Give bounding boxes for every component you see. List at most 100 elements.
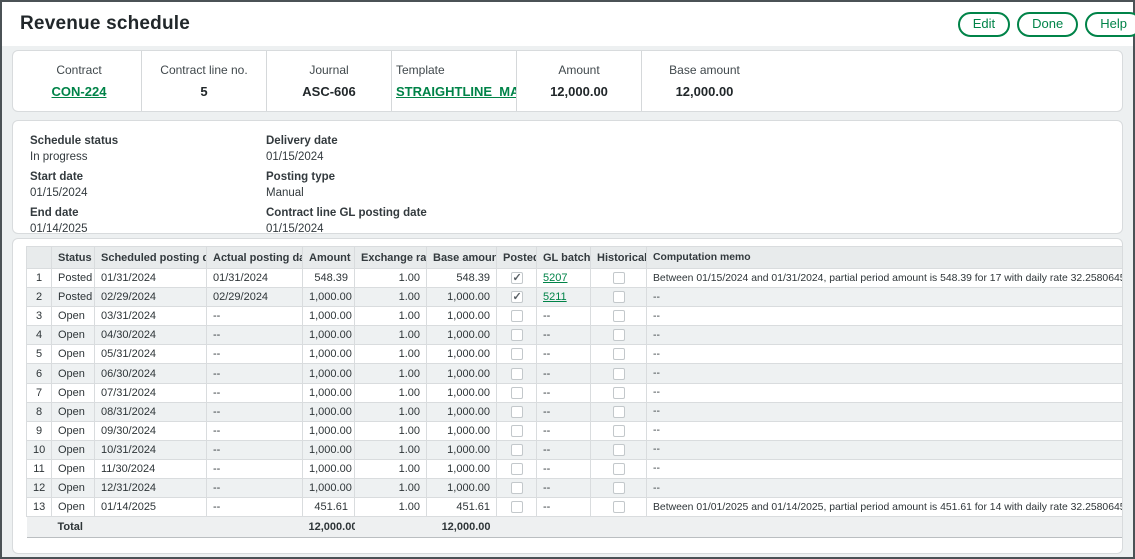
historical-checkbox[interactable] — [613, 291, 625, 303]
gl-batch-cell: -- — [537, 364, 591, 383]
detail-label-start-date: Start date — [30, 171, 266, 183]
table-row: 11Open11/30/2024--1,000.001.001,000.00--… — [27, 459, 1124, 478]
gl-batch-link[interactable]: 5207 — [543, 272, 567, 284]
column-header-gl-batch: GL batch — [537, 247, 591, 269]
help-button[interactable]: Help — [1085, 12, 1135, 37]
posted-cell — [497, 402, 537, 421]
row-number: 10 — [27, 440, 52, 459]
amount-cell: 1,000.00 — [303, 326, 355, 345]
computation-memo-cell: -- — [647, 479, 1124, 498]
posted-checkbox[interactable] — [511, 291, 523, 303]
gl-batch-cell: -- — [537, 326, 591, 345]
computation-memo-cell: -- — [647, 402, 1124, 421]
row-number: 6 — [27, 364, 52, 383]
actual-posting-date-cell: -- — [207, 383, 303, 402]
posted-checkbox[interactable] — [511, 272, 523, 284]
posted-checkbox[interactable] — [511, 425, 523, 437]
posted-checkbox[interactable] — [511, 463, 523, 475]
status-cell: Open — [52, 459, 95, 478]
summary-value-contract[interactable]: CON-224 — [19, 84, 139, 99]
posted-checkbox[interactable] — [511, 444, 523, 456]
historical-checkbox[interactable] — [613, 482, 625, 494]
posted-checkbox[interactable] — [511, 310, 523, 322]
historical-checkbox[interactable] — [613, 272, 625, 284]
posted-checkbox[interactable] — [511, 329, 523, 341]
scheduled-posting-date-cell: 04/30/2024 — [95, 326, 207, 345]
gl-batch-cell: -- — [537, 402, 591, 421]
gl-batch-link[interactable]: 5211 — [543, 291, 567, 303]
base-amount-cell: 1,000.00 — [427, 326, 497, 345]
historical-checkbox[interactable] — [613, 348, 625, 360]
actual-posting-date-cell: -- — [207, 345, 303, 364]
status-cell: Open — [52, 364, 95, 383]
scheduled-posting-date-cell: 03/31/2024 — [95, 307, 207, 326]
detail-label-schedule-status: Schedule status — [30, 135, 266, 147]
posted-checkbox[interactable] — [511, 482, 523, 494]
detail-value-contract-line-gl-posting-date: 01/15/2024 — [266, 223, 427, 235]
row-number: 5 — [27, 345, 52, 364]
summary-field-amount: Amount12,000.00 — [517, 51, 642, 111]
gl-batch-cell: -- — [537, 459, 591, 478]
summary-field-contract-line-no: Contract line no.5 — [142, 51, 267, 111]
actual-posting-date-cell: -- — [207, 421, 303, 440]
computation-memo-cell: Between 01/15/2024 and 01/31/2024, parti… — [647, 269, 1124, 288]
historical-cell — [591, 459, 647, 478]
status-cell: Open — [52, 326, 95, 345]
status-cell: Open — [52, 421, 95, 440]
posted-checkbox[interactable] — [511, 348, 523, 360]
detail-label-posting-type: Posting type — [266, 171, 427, 183]
historical-checkbox[interactable] — [613, 406, 625, 418]
posted-cell — [497, 364, 537, 383]
details-right: Delivery date01/15/2024Posting typeManua… — [266, 135, 427, 233]
amount-cell: 1,000.00 — [303, 364, 355, 383]
posted-checkbox[interactable] — [511, 387, 523, 399]
table-row: 10Open10/31/2024--1,000.001.001,000.00--… — [27, 440, 1124, 459]
actual-posting-date-cell: 02/29/2024 — [207, 288, 303, 307]
summary-label-contract: Contract — [19, 63, 139, 77]
historical-checkbox[interactable] — [613, 463, 625, 475]
detail-field-contract-line-gl-posting-date: Contract line GL posting date01/15/2024 — [266, 207, 427, 235]
base-amount-cell: 1,000.00 — [427, 345, 497, 364]
gl-batch-cell: -- — [537, 479, 591, 498]
table-row: 7Open07/31/2024--1,000.001.001,000.00---… — [27, 383, 1124, 402]
scheduled-posting-date-cell: 12/31/2024 — [95, 479, 207, 498]
exchange-rate-cell: 1.00 — [355, 402, 427, 421]
amount-cell: 1,000.00 — [303, 383, 355, 402]
historical-cell — [591, 326, 647, 345]
computation-memo-cell: -- — [647, 364, 1124, 383]
scheduled-posting-date-cell: 07/31/2024 — [95, 383, 207, 402]
table-row: 5Open05/31/2024--1,000.001.001,000.00---… — [27, 345, 1124, 364]
done-button[interactable]: Done — [1017, 12, 1078, 37]
amount-cell: 1,000.00 — [303, 479, 355, 498]
historical-checkbox[interactable] — [613, 368, 625, 380]
historical-checkbox[interactable] — [613, 310, 625, 322]
posted-checkbox[interactable] — [511, 501, 523, 513]
historical-checkbox[interactable] — [613, 444, 625, 456]
table-row: 3Open03/31/2024--1,000.001.001,000.00---… — [27, 307, 1124, 326]
schedule-table-card: StatusScheduled posting dateActual posti… — [12, 238, 1123, 554]
scheduled-posting-date-cell: 06/30/2024 — [95, 364, 207, 383]
exchange-rate-cell: 1.00 — [355, 288, 427, 307]
table-row: 1Posted01/31/202401/31/2024548.391.00548… — [27, 269, 1124, 288]
column-header-amount: Amount — [303, 247, 355, 269]
historical-checkbox[interactable] — [613, 329, 625, 341]
historical-cell — [591, 288, 647, 307]
historical-checkbox[interactable] — [613, 501, 625, 513]
posted-checkbox[interactable] — [511, 406, 523, 418]
posted-checkbox[interactable] — [511, 368, 523, 380]
summary-value-template[interactable]: STRAIGHTLINE_MANUA — [396, 84, 514, 99]
historical-checkbox[interactable] — [613, 387, 625, 399]
total-base-amount: 12,000.00 — [427, 517, 497, 538]
row-number: 7 — [27, 383, 52, 402]
historical-cell — [591, 383, 647, 402]
actual-posting-date-cell: 01/31/2024 — [207, 269, 303, 288]
gl-batch-cell: -- — [537, 307, 591, 326]
gl-batch-cell: 5207 — [537, 269, 591, 288]
historical-checkbox[interactable] — [613, 425, 625, 437]
row-number: 9 — [27, 421, 52, 440]
historical-cell — [591, 364, 647, 383]
edit-button[interactable]: Edit — [958, 12, 1010, 37]
base-amount-cell: 1,000.00 — [427, 402, 497, 421]
computation-memo-cell: -- — [647, 288, 1124, 307]
summary-value-base-amount: 12,000.00 — [644, 84, 765, 99]
